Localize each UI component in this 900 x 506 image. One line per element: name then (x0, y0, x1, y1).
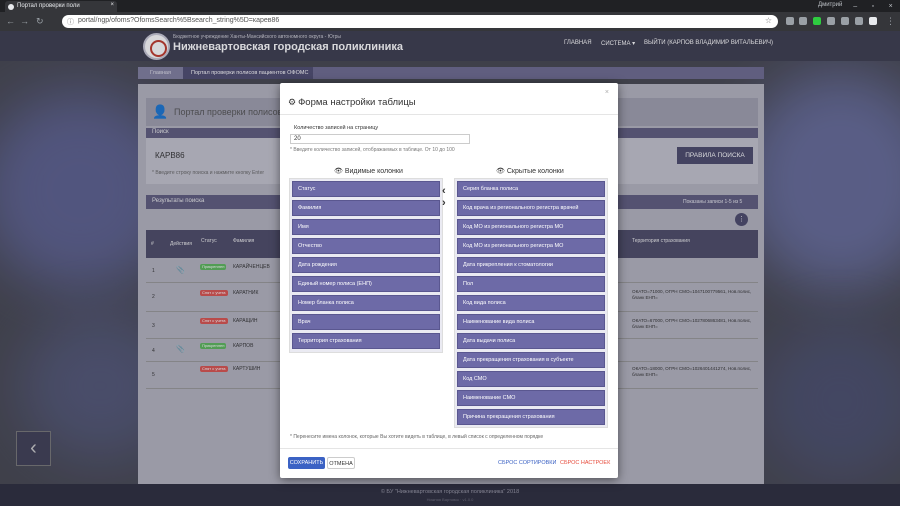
divider (280, 114, 618, 115)
visible-column-item[interactable]: Врач (292, 314, 440, 330)
eye-icon: 👁 (334, 168, 343, 175)
visible-columns-list[interactable]: Статус Фамилия Имя Отчество Дата рождени… (289, 178, 443, 353)
address-text: portal/ngp/ofoms?OfomsSearch%5Bsearch_st… (78, 17, 280, 24)
hidden-column-item[interactable]: Код СМО (457, 371, 605, 387)
visible-column-item[interactable]: Имя (292, 219, 440, 235)
maximize-icon[interactable]: ▫ (872, 3, 874, 10)
hidden-column-item[interactable]: Причина прекращения страхования (457, 409, 605, 425)
modal-title: ⚙ Форма настройки таблицы (288, 97, 416, 108)
per-page-hint: * Введите количество записей, отображаем… (290, 147, 455, 153)
favicon-icon (8, 4, 14, 10)
tab-title: Портал проверки поли (17, 3, 80, 9)
cloud-extension-icon[interactable] (841, 17, 849, 25)
table-settings-modal: × ⚙ Форма настройки таблицы Количество за… (280, 83, 618, 478)
per-page-label: Количество записей на страницу (294, 125, 379, 131)
hidden-column-item[interactable]: Наименование вида полиса (457, 314, 605, 330)
visible-column-item[interactable]: Номер бланка полиса (292, 295, 440, 311)
forward-icon[interactable]: → (20, 16, 29, 26)
chevron-right-icon[interactable]: › (442, 198, 446, 209)
hidden-column-item[interactable]: Дата прикрепления к стоматологии (457, 257, 605, 273)
chevron-left-icon[interactable]: ‹ (442, 186, 446, 197)
reload-icon[interactable]: ↻ (36, 16, 44, 26)
extension-icon[interactable] (786, 17, 794, 25)
visible-column-item[interactable]: Статус (292, 181, 440, 197)
extension-icon[interactable] (813, 17, 821, 25)
address-bar[interactable]: ⓘ portal/ngp/ofoms?OfomsSearch%5Bsearch_… (62, 15, 778, 28)
visible-column-item[interactable]: Единый номер полиса (ЕНП) (292, 276, 440, 292)
cancel-button[interactable]: ОТМЕНА (327, 457, 355, 469)
close-window-icon[interactable]: × (889, 3, 893, 10)
window-controls: – ▫ × (846, 0, 900, 12)
hidden-columns-list[interactable]: Серия бланка полиса Код врача из региона… (454, 178, 608, 428)
hidden-columns-heading: 👁 Скрытые колонки (496, 168, 564, 175)
visible-column-item[interactable]: Отчество (292, 238, 440, 254)
visible-columns-heading: 👁 Видимые колонки (334, 168, 403, 175)
per-page-input[interactable]: 20 (290, 134, 470, 144)
minimize-icon[interactable]: – (853, 3, 857, 10)
eye-icon: 👁 (496, 168, 505, 175)
hidden-column-item[interactable]: Код МО из регионального регистра МО (457, 219, 605, 235)
save-button[interactable]: СОХРАНИТЬ (288, 457, 325, 469)
bookmark-star-icon[interactable]: ☆ (765, 16, 772, 25)
extension-icon[interactable] (799, 17, 807, 25)
reset-sort-button[interactable]: СБРОС СОРТИРОВКИ (498, 460, 556, 466)
extension-icon[interactable] (827, 17, 835, 25)
gear-icon: ⚙ (288, 97, 297, 107)
extension-icon[interactable] (855, 17, 863, 25)
visible-column-item[interactable]: Фамилия (292, 200, 440, 216)
hidden-column-item[interactable]: Код врача из регионального регистра врач… (457, 200, 605, 216)
tab-close-icon[interactable]: × (110, 2, 114, 8)
info-icon: ⓘ (67, 19, 74, 26)
hidden-column-item[interactable]: Дата прекращения страхования в субъекте (457, 352, 605, 368)
divider (280, 448, 618, 449)
hidden-column-item[interactable]: Код вида полиса (457, 295, 605, 311)
browser-tab-strip: Портал проверки поли × Дмитрий – ▫ × (0, 0, 900, 12)
close-icon[interactable]: × (605, 89, 609, 96)
browser-toolbar: ← → ↻ ⓘ portal/ngp/ofoms?OfomsSearch%5Bs… (0, 12, 900, 31)
extension-icon[interactable] (869, 17, 877, 25)
hidden-column-item[interactable]: Код МО из регионального регистра МО (457, 238, 605, 254)
hidden-column-item[interactable]: Дата выдачи полиса (457, 333, 605, 349)
visible-column-item[interactable]: Территория страхования (292, 333, 440, 349)
visible-column-item[interactable]: Дата рождения (292, 257, 440, 273)
hidden-column-item[interactable]: Серия бланка полиса (457, 181, 605, 197)
hidden-column-item[interactable]: Пол (457, 276, 605, 292)
browser-menu-icon[interactable]: ⋮ (886, 16, 895, 26)
reset-settings-button[interactable]: СБРОС НАСТРОЕК (560, 460, 610, 466)
browser-tab[interactable]: Портал проверки поли × (5, 1, 117, 12)
browser-user[interactable]: Дмитрий (818, 2, 842, 8)
hidden-column-item[interactable]: Наименование СМО (457, 390, 605, 406)
columns-footnote: * Перенесите имена колонок, которые Вы х… (290, 434, 544, 440)
back-icon[interactable]: ← (6, 16, 15, 26)
